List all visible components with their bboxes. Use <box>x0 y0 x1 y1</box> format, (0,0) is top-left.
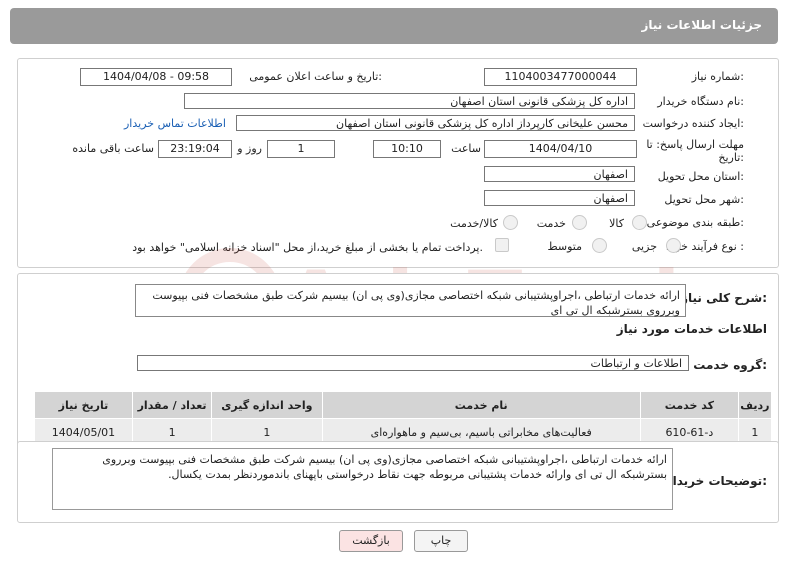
page-header: جزئیات اطلاعات نیاز <box>10 8 778 44</box>
announce-label: تاریخ و ساعت اعلان عمومی: <box>249 70 382 83</box>
remaining-label: ساعت باقی مانده <box>72 142 154 155</box>
col-service-code: کد خدمت <box>639 391 739 419</box>
payment-note: پرداخت تمام یا بخشی از مبلغ خرید،از محل … <box>132 241 483 254</box>
services-section-title: اطلاعات خدمات مورد نیاز <box>616 322 767 336</box>
summary-textarea[interactable]: ارائه خدمات ارتباطی ،اجراوپشتیبانی شبکه … <box>135 284 686 317</box>
col-need-date: تاریخ نیاز <box>34 391 133 419</box>
services-table: ردیف کد خدمت نام خدمت واحد اندازه گیری ت… <box>34 391 773 446</box>
need-number-field: 1104003477000044 <box>484 68 637 86</box>
announce-field: 1404/04/08 - 09:58 <box>80 68 232 86</box>
summary-label: شرح کلی نیاز: <box>681 291 767 305</box>
deadline-date-field: 1404/04/10 <box>484 140 637 158</box>
deadline-time-field: 10:10 <box>373 140 441 158</box>
category-radio-service[interactable] <box>572 215 587 230</box>
buyer-label: نام دستگاه خریدار: <box>657 95 744 108</box>
service-group-field: اطلاعات و ارتباطات <box>137 355 689 371</box>
remaining-time-field: 23:19:04 <box>158 140 232 158</box>
deadline-label-date: تاریخ: <box>718 151 744 164</box>
print-button[interactable]: چاپ <box>414 530 468 552</box>
days-label: روز و <box>237 142 262 155</box>
process-option-minor: جزیی <box>631 240 657 253</box>
col-service-name: نام خدمت <box>321 391 641 419</box>
process-radio-medium[interactable] <box>592 238 607 253</box>
category-option-goods-service: کالا/خدمت <box>450 217 498 230</box>
category-option-service: خدمت <box>536 217 566 230</box>
days-field: 1 <box>267 140 335 158</box>
treasury-checkbox[interactable] <box>495 238 509 252</box>
category-label: طبقه بندی موضوعی: <box>646 216 744 229</box>
col-quantity: تعداد / مقدار <box>131 391 213 419</box>
buyer-notes-label: توضیحات خریدار: <box>665 474 767 488</box>
creator-field: محسن علیخانی کارپرداز اداره کل پزشکی قان… <box>236 115 635 131</box>
buyer-notes-textarea[interactable]: ارائه خدمات ارتباطی ،اجراوپشتیبانی شبکه … <box>52 448 673 510</box>
col-row: ردیف <box>737 391 773 419</box>
service-group-label: گروه خدمت: <box>693 358 767 372</box>
need-number-label: شماره نیاز: <box>691 70 744 83</box>
table-header-row: ردیف کد خدمت نام خدمت واحد اندازه گیری ت… <box>34 391 773 419</box>
process-radio-minor[interactable] <box>666 238 681 253</box>
category-radio-goods[interactable] <box>632 215 647 230</box>
city-label: شهر محل تحویل: <box>664 193 744 206</box>
category-radio-goods-service[interactable] <box>503 215 518 230</box>
process-option-medium: متوسط <box>547 240 582 253</box>
details-panel <box>17 58 779 268</box>
page-title: جزئیات اطلاعات نیاز <box>641 18 762 32</box>
city-field: اصفهان <box>484 190 635 206</box>
category-option-goods: کالا <box>609 217 624 230</box>
buyer-field: اداره کل پزشکی قانونی استان اصفهان <box>184 93 635 109</box>
col-unit: واحد اندازه گیری <box>211 391 323 419</box>
deadline-label: مهلت ارسال پاسخ: تا <box>646 138 744 151</box>
province-label: استان محل تحویل: <box>657 170 744 183</box>
creator-label: ایجاد کننده درخواست: <box>642 117 744 130</box>
deadline-time-label: ساعت <box>451 142 481 155</box>
back-button[interactable]: بازگشت <box>339 530 403 552</box>
buyer-contact-link[interactable]: اطلاعات تماس خریدار <box>124 117 226 130</box>
province-field: اصفهان <box>484 166 635 182</box>
